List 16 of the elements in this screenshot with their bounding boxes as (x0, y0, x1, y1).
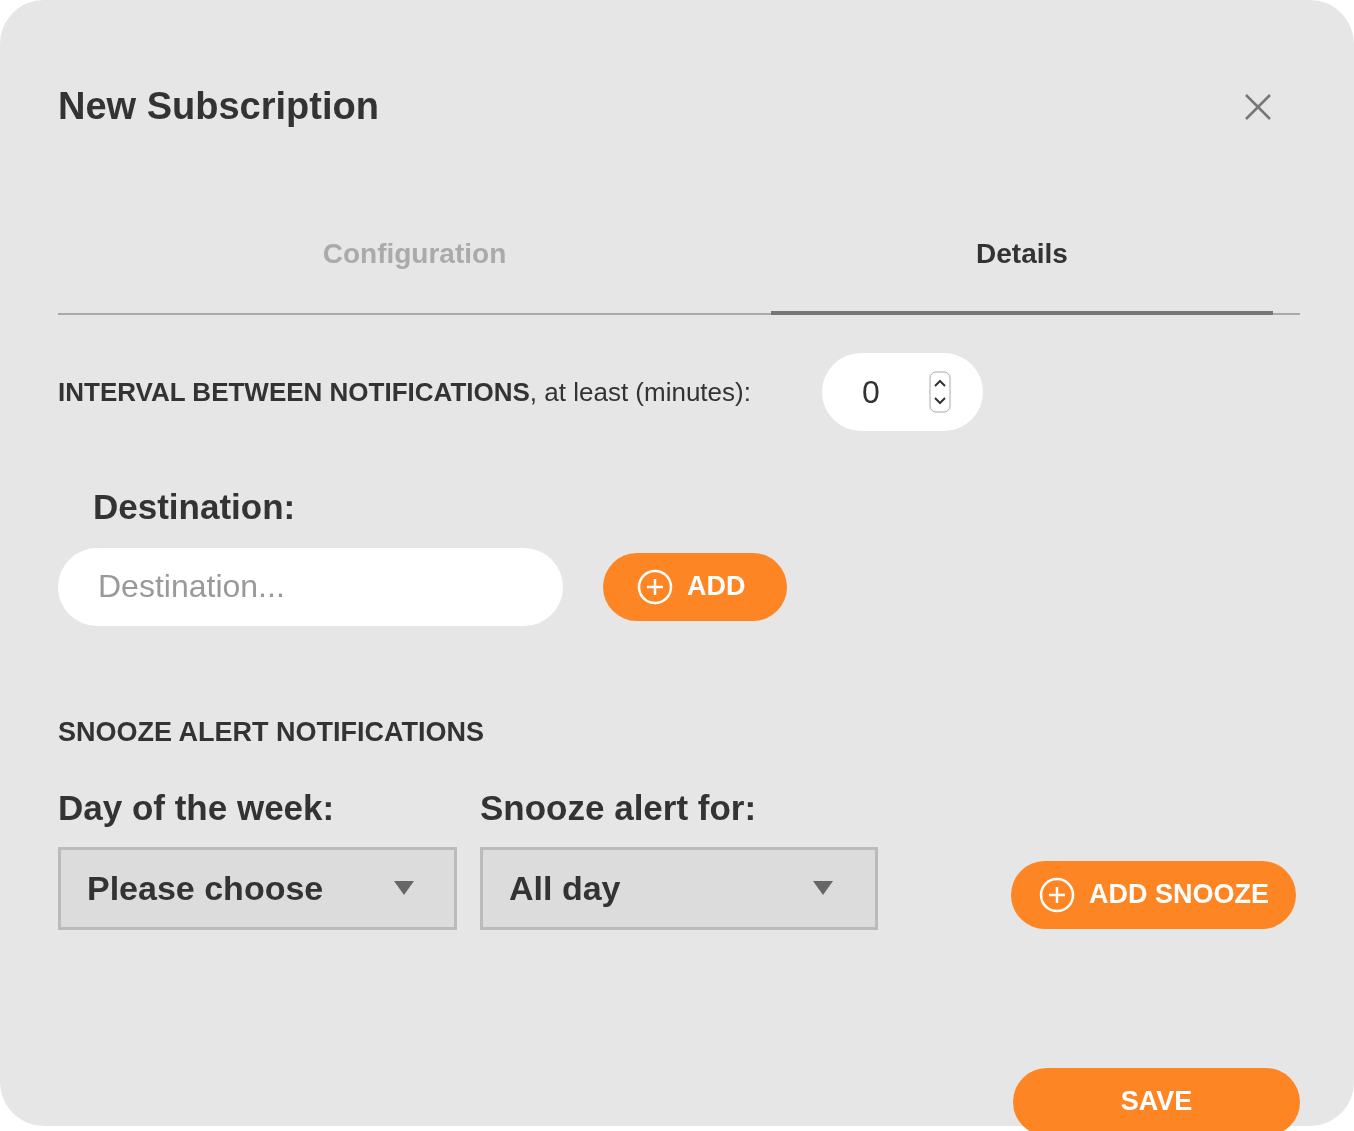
snooze-heading: SNOOZE ALERT NOTIFICATIONS (58, 715, 485, 749)
plus-circle-icon (1039, 876, 1075, 913)
plus-circle-icon (637, 568, 673, 605)
snooze-duration-select[interactable]: All day (480, 846, 878, 930)
number-field[interactable]: 0 (822, 353, 983, 431)
destination-label: Destination: (93, 486, 297, 528)
tab[interactable]: Details (771, 221, 1273, 315)
spinner-icon[interactable] (929, 371, 951, 413)
destination-field[interactable]: Destination... (58, 547, 563, 626)
dialog-title: New Subscription (58, 84, 379, 129)
snooze-duration-label: Snooze alert for: (480, 787, 758, 829)
day-select[interactable]: Please choose (58, 846, 457, 930)
caret-icon (394, 881, 414, 895)
interval-label: INTERVAL BETWEEN NOTIFICATIONS, at least (minutes): (58, 375, 752, 409)
day-label: Day of the week: (58, 787, 336, 829)
caret-icon (813, 881, 833, 895)
